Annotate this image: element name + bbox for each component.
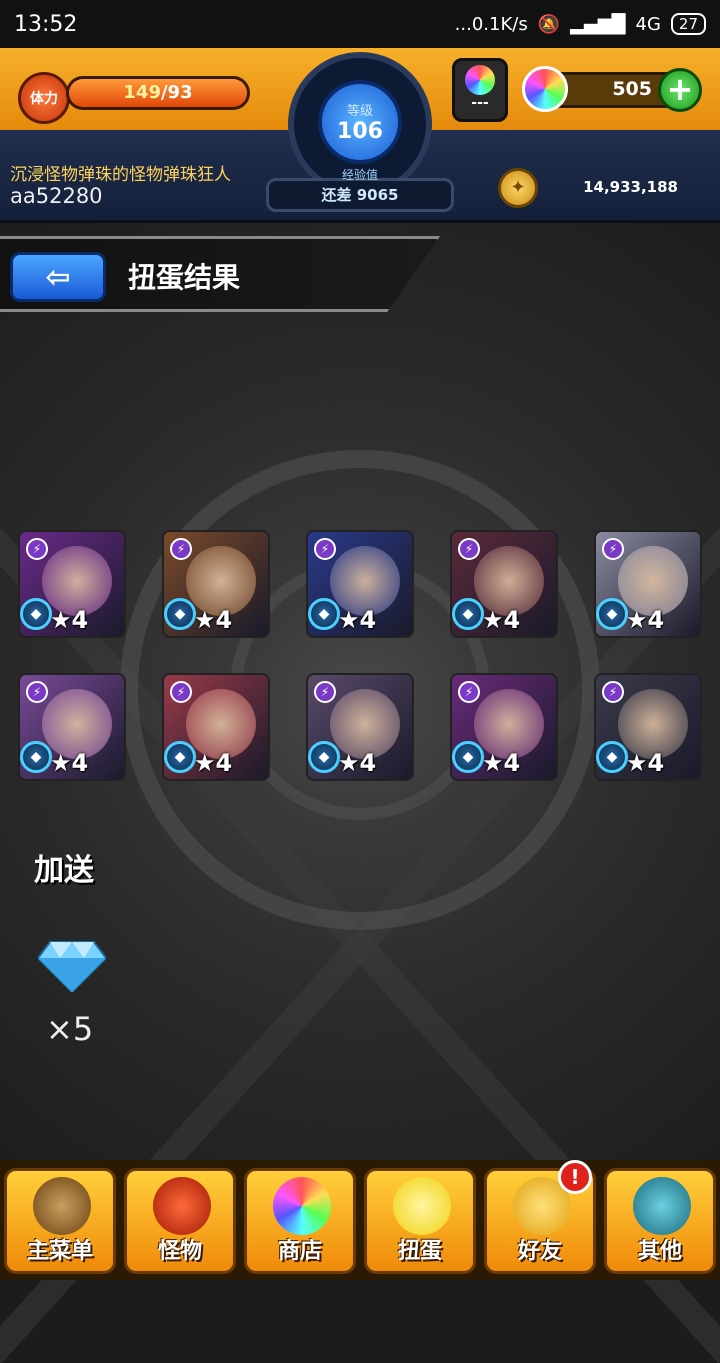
monster-type-icon: ◆ bbox=[20, 741, 52, 773]
status-bar: 13:52 ...0.1K/s 🔕 ▂▄▆█ 4G 27 bbox=[0, 0, 720, 48]
element-attribute-icon: ⚡ bbox=[26, 681, 48, 703]
element-attribute-icon: ⚡ bbox=[602, 538, 624, 560]
monster-type-icon: ◆ bbox=[596, 598, 628, 630]
level-badge: 等级 106 bbox=[318, 80, 402, 164]
monster-type-icon: ◆ bbox=[20, 598, 52, 630]
orb-count: 505 bbox=[612, 78, 652, 100]
monster-card[interactable]: ⚡ ◆ ★4 bbox=[162, 673, 270, 781]
exp-remaining: 还差 9065 bbox=[321, 186, 399, 204]
nav-label: 主菜单 bbox=[26, 1239, 93, 1264]
battery-icon: 27 bbox=[670, 13, 706, 35]
element-attribute-icon: ⚡ bbox=[170, 681, 192, 703]
nav-other[interactable]: 其他 bbox=[604, 1168, 716, 1274]
exp-box: 还差 9065 bbox=[266, 178, 454, 212]
house-icon bbox=[33, 1177, 91, 1235]
gold-coin-icon: ✦ bbox=[498, 168, 538, 208]
monster-card[interactable]: ⚡ ◆ ★4 bbox=[594, 530, 702, 638]
status-time: 13:52 bbox=[14, 11, 78, 37]
element-attribute-icon: ⚡ bbox=[314, 681, 336, 703]
nav-label: 扭蛋 bbox=[397, 1239, 442, 1264]
back-button[interactable]: ⇦ bbox=[10, 252, 106, 302]
network-speed: ...0.1K/s bbox=[454, 13, 528, 35]
stamina-icon: 体力 bbox=[18, 72, 70, 124]
egg-icon bbox=[393, 1177, 451, 1235]
diamond-icon bbox=[38, 941, 106, 992]
monster-type-icon: ◆ bbox=[164, 598, 196, 630]
nav-label: 其他 bbox=[637, 1239, 682, 1264]
rainbow-orb-icon bbox=[522, 66, 568, 112]
monster-icon bbox=[153, 1177, 211, 1235]
monster-type-icon: ◆ bbox=[308, 741, 340, 773]
nav-egg[interactable]: 扭蛋 bbox=[364, 1168, 476, 1274]
rarity-stars: ★4 bbox=[338, 606, 377, 634]
stamina-max: /93 bbox=[160, 82, 193, 103]
element-attribute-icon: ⚡ bbox=[26, 538, 48, 560]
rarity-stars: ★4 bbox=[194, 606, 233, 634]
rarity-stars: ★4 bbox=[482, 749, 521, 777]
monster-type-icon: ◆ bbox=[164, 741, 196, 773]
rarity-stars: ★4 bbox=[194, 749, 233, 777]
player-id: aa52280 bbox=[10, 184, 103, 208]
element-attribute-icon: ⚡ bbox=[602, 681, 624, 703]
orb-icon bbox=[273, 1177, 331, 1235]
nav-house[interactable]: 主菜单 bbox=[4, 1168, 116, 1274]
rarity-stars: ★4 bbox=[482, 606, 521, 634]
rarity-stars: ★4 bbox=[338, 749, 377, 777]
network-type: 4G bbox=[635, 13, 661, 35]
monster-card[interactable]: ⚡ ◆ ★4 bbox=[594, 673, 702, 781]
nav-monster[interactable]: 怪物 bbox=[124, 1168, 236, 1274]
monster-card[interactable]: ⚡ ◆ ★4 bbox=[306, 530, 414, 638]
rarity-stars: ★4 bbox=[50, 749, 89, 777]
monster-card[interactable]: ⚡ ◆ ★4 bbox=[450, 673, 558, 781]
monster-card[interactable]: ⚡ ◆ ★4 bbox=[450, 530, 558, 638]
bonus-count: ×5 bbox=[46, 1010, 94, 1048]
monster-type-icon: ◆ bbox=[452, 598, 484, 630]
nav-label: 商店 bbox=[277, 1239, 322, 1264]
nav-label: 好友 bbox=[517, 1239, 562, 1264]
status-icons: ...0.1K/s 🔕 ▂▄▆█ 4G 27 bbox=[455, 13, 706, 35]
stamina-text: 149/93 bbox=[69, 79, 247, 107]
nav-orb[interactable]: 商店 bbox=[244, 1168, 356, 1274]
friends-notification-badge: ! bbox=[558, 1160, 592, 1194]
ticket-button[interactable]: --- bbox=[452, 58, 508, 122]
level-value: 106 bbox=[337, 119, 383, 144]
gold-count: 14,933,188 bbox=[583, 178, 678, 196]
mute-icon: 🔕 bbox=[537, 13, 561, 35]
exp-label: 经验值 bbox=[341, 168, 378, 182]
stamina-value: 149 bbox=[123, 82, 161, 103]
bonus-label: 加送 bbox=[34, 853, 94, 888]
monster-type-icon: ◆ bbox=[452, 741, 484, 773]
ticket-orb-icon bbox=[465, 65, 495, 95]
other-icon bbox=[633, 1177, 691, 1235]
element-attribute-icon: ⚡ bbox=[314, 538, 336, 560]
stamina-bar[interactable]: 149/93 bbox=[66, 76, 250, 110]
monster-type-icon: ◆ bbox=[308, 598, 340, 630]
element-attribute-icon: ⚡ bbox=[458, 538, 480, 560]
rarity-stars: ★4 bbox=[626, 606, 665, 634]
level-label: 等级 bbox=[346, 104, 373, 119]
signal-icon: ▂▄▆█ bbox=[570, 13, 626, 35]
monster-card[interactable]: ⚡ ◆ ★4 bbox=[162, 530, 270, 638]
page-title: 扭蛋结果 bbox=[128, 261, 241, 294]
add-orbs-button[interactable]: + bbox=[658, 68, 702, 112]
element-attribute-icon: ⚡ bbox=[170, 538, 192, 560]
player-title: 沉浸怪物弹珠的怪物弹珠狂人 bbox=[10, 165, 231, 185]
monster-card[interactable]: ⚡ ◆ ★4 bbox=[18, 673, 126, 781]
rarity-stars: ★4 bbox=[50, 606, 89, 634]
nav-label: 怪物 bbox=[157, 1239, 202, 1264]
monster-card[interactable]: ⚡ ◆ ★4 bbox=[306, 673, 414, 781]
ticket-count: --- bbox=[471, 95, 489, 111]
rarity-stars: ★4 bbox=[626, 749, 665, 777]
element-attribute-icon: ⚡ bbox=[458, 681, 480, 703]
monster-type-icon: ◆ bbox=[596, 741, 628, 773]
monster-card[interactable]: ⚡ ◆ ★4 bbox=[18, 530, 126, 638]
